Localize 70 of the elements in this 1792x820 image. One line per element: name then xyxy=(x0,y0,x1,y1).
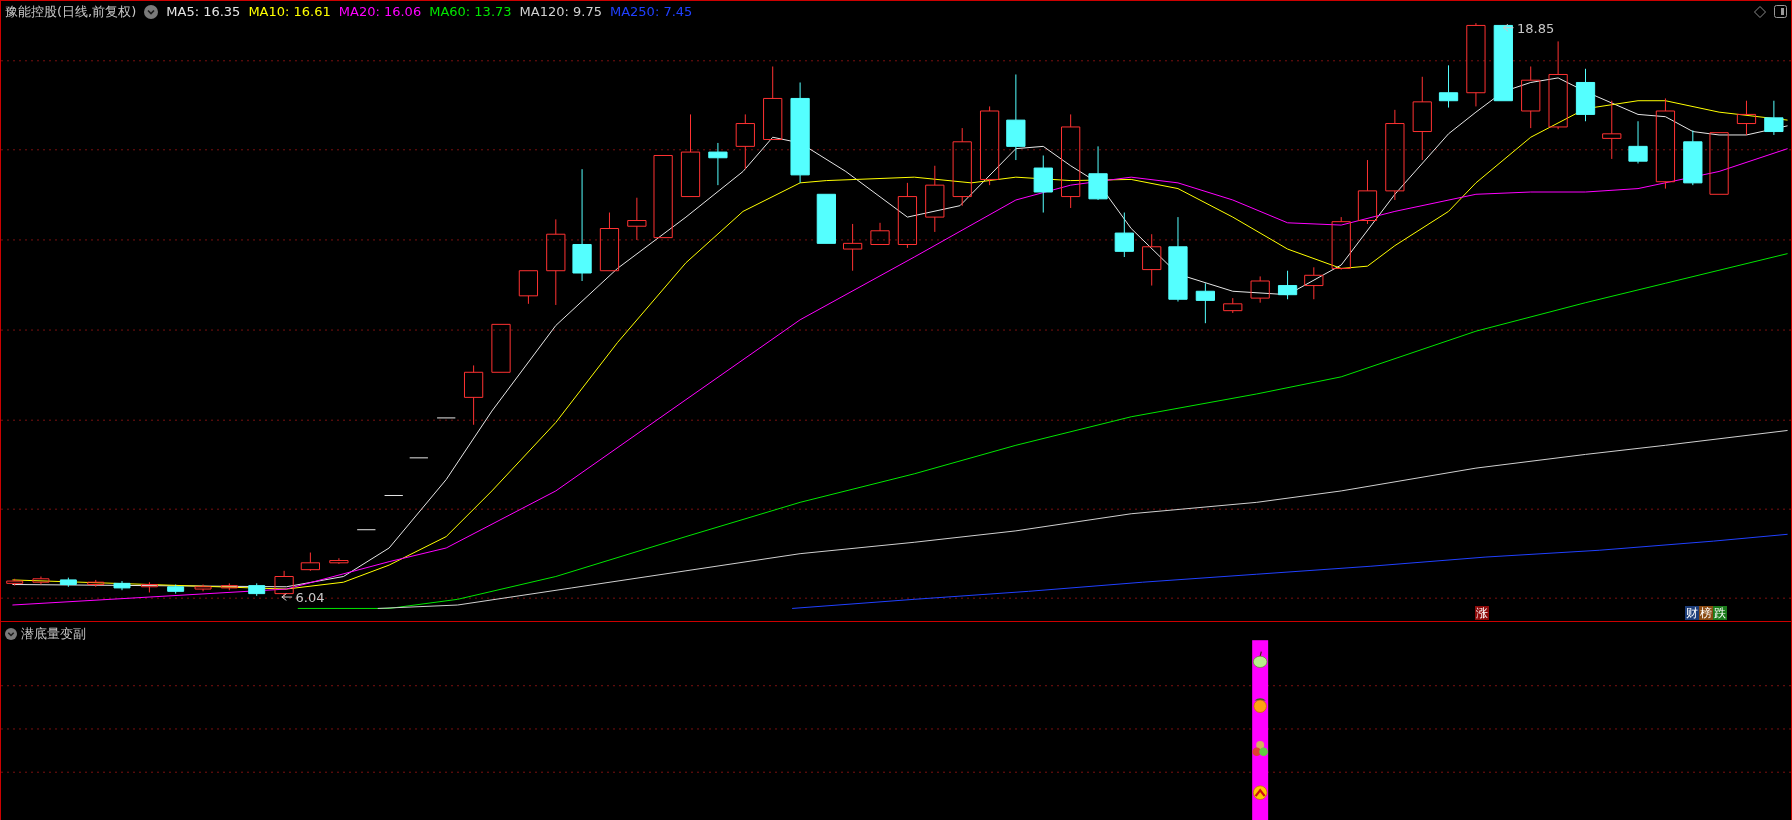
candlestick xyxy=(1602,100,1622,160)
candlestick xyxy=(220,582,238,591)
arrow-icon xyxy=(281,593,293,601)
candlestick xyxy=(627,197,647,241)
ma-reading: MA5: 16.35 xyxy=(166,4,241,19)
arrow-icon xyxy=(1502,23,1515,32)
ma-reading: MA120: 9.75 xyxy=(519,4,602,19)
candlestick xyxy=(194,584,212,592)
signal-tag: 涨 xyxy=(1474,606,1489,620)
candlestick xyxy=(1709,132,1729,195)
candlestick xyxy=(1357,159,1378,225)
price-label: 18.85 xyxy=(1517,20,1555,36)
candlestick xyxy=(843,223,863,272)
candlestick xyxy=(1521,66,1541,129)
candlestick xyxy=(356,529,376,531)
ma-reading: MA60: 13.73 xyxy=(429,4,512,19)
indicator-title: 潜底量变副 xyxy=(21,625,86,643)
ma-reading: MA20: 16.06 xyxy=(338,4,422,19)
candlestick xyxy=(1736,100,1757,136)
candlestick xyxy=(1088,145,1108,201)
candlestick xyxy=(1142,233,1162,287)
candlestick xyxy=(816,193,836,244)
apple-icon xyxy=(1253,651,1268,668)
candlestick xyxy=(1628,120,1648,164)
fruits-icon xyxy=(1252,740,1268,757)
candlestick xyxy=(167,584,185,595)
candlestick xyxy=(329,557,349,565)
candlestick xyxy=(6,578,24,587)
signal-tag: 财 xyxy=(1684,606,1699,620)
candlestick xyxy=(708,142,728,186)
candlestick xyxy=(1438,64,1459,109)
candlestick xyxy=(518,270,539,305)
dropdown-icon[interactable] xyxy=(5,628,17,640)
candlestick xyxy=(1764,100,1784,136)
candlestick xyxy=(1223,297,1243,314)
candlestick xyxy=(248,582,266,597)
panel-toggle-icon[interactable] xyxy=(1774,5,1787,18)
candlestick xyxy=(925,165,945,233)
candlestick xyxy=(274,570,294,598)
candlestick xyxy=(300,552,320,572)
candlestick xyxy=(59,577,77,588)
fruit-icon xyxy=(1253,698,1267,713)
candlestick xyxy=(1033,155,1053,214)
candlestick xyxy=(897,182,918,249)
candlestick xyxy=(409,457,429,459)
candlestick xyxy=(384,495,404,496)
candlestick xyxy=(1250,275,1270,304)
candlestick xyxy=(1195,282,1215,324)
candlestick xyxy=(1114,212,1134,258)
candlestick xyxy=(1683,129,1703,186)
candlestick xyxy=(113,580,131,591)
candlestick xyxy=(599,212,620,272)
candlestick xyxy=(140,581,158,593)
chevron-up-icon xyxy=(1253,785,1268,800)
candlestick xyxy=(1331,216,1351,271)
candlestick xyxy=(491,323,511,373)
candlestick xyxy=(1277,270,1298,300)
ma-reading: MA250: 7.45 xyxy=(609,4,693,19)
candlestick xyxy=(87,579,105,588)
dropdown-icon[interactable] xyxy=(144,4,159,19)
price-label: 6.04 xyxy=(295,589,325,605)
candlestick xyxy=(1575,68,1596,122)
candlestick xyxy=(870,222,890,245)
candlestick xyxy=(436,417,456,419)
candlestick xyxy=(32,576,50,585)
candlestick xyxy=(735,113,755,170)
ma-reading: MA10: 16.61 xyxy=(248,4,331,19)
candlestick xyxy=(464,364,484,426)
stock-title: 豫能控股(日线,前复权) xyxy=(5,2,137,21)
candlestick xyxy=(1304,266,1324,300)
